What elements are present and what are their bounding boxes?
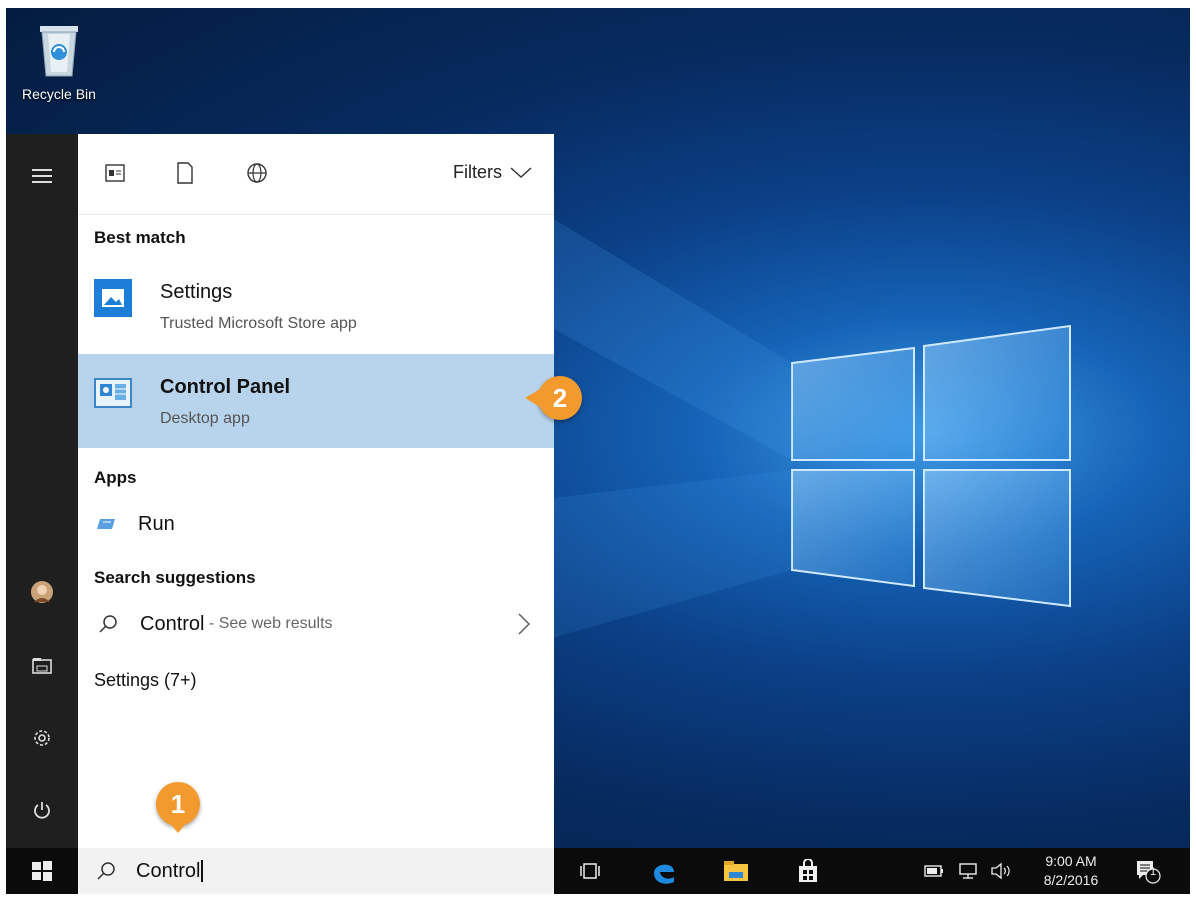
recycle-bin-icon <box>32 20 86 80</box>
result-subtitle: Trusted Microsoft Store app <box>160 315 357 332</box>
chevron-right-icon <box>518 613 530 635</box>
task-view-icon[interactable] <box>568 848 612 894</box>
web-filter-icon[interactable] <box>244 160 270 186</box>
windows-logo-wallpaper <box>552 218 1071 638</box>
action-center-icon[interactable]: 1 <box>1130 848 1166 894</box>
file-explorer-icon[interactable] <box>6 644 78 688</box>
recycle-bin-label: Recycle Bin <box>22 86 96 102</box>
callout-number: 1 <box>170 788 186 819</box>
recycle-bin-shortcut[interactable]: Recycle Bin <box>16 20 102 102</box>
best-match-heading: Best match <box>94 228 186 247</box>
taskbar: Control 9:00 AM 8/2/2016 1 <box>6 848 1190 894</box>
app-label: Run <box>138 512 175 535</box>
control-panel-icon <box>94 374 132 412</box>
app-run[interactable]: Run <box>78 506 554 542</box>
callout-number: 2 <box>552 382 568 413</box>
callout-step-2: 2 <box>525 376 582 420</box>
settings-group-heading[interactable]: Settings (7+) <box>94 670 197 691</box>
windows-start-icon[interactable] <box>6 848 78 894</box>
filters-dropdown[interactable]: Filters <box>453 162 532 183</box>
search-icon <box>99 615 117 633</box>
hamburger-menu-icon[interactable] <box>6 154 78 198</box>
filter-bar: Filters <box>78 134 554 215</box>
settings-gear-icon[interactable] <box>6 716 78 760</box>
suggestion-suffix: - See web results <box>204 615 333 632</box>
battery-icon[interactable] <box>920 848 948 894</box>
file-explorer-icon[interactable] <box>714 848 758 894</box>
volume-icon[interactable] <box>986 848 1016 894</box>
clock-date: 8/2/2016 <box>1043 872 1099 888</box>
edge-browser-icon[interactable] <box>642 848 686 894</box>
result-settings[interactable]: Settings Trusted Microsoft Store app <box>78 259 554 353</box>
store-icon[interactable] <box>786 848 830 894</box>
callout-pointer <box>525 389 540 407</box>
search-results-panel: Filters Best match Settings Trusted Micr… <box>78 134 554 848</box>
result-title: Control Panel <box>160 376 291 398</box>
filters-label: Filters <box>453 162 502 182</box>
notification-count: 1 <box>1150 866 1157 878</box>
start-left-rail <box>6 134 78 848</box>
settings-group-label: Settings (7+) <box>94 670 197 690</box>
search-suggestions-heading: Search suggestions <box>94 568 256 587</box>
search-icon <box>97 862 115 880</box>
callout-pointer <box>169 822 187 833</box>
settings-app-icon <box>94 279 132 317</box>
user-avatar[interactable] <box>6 570 78 614</box>
power-icon[interactable] <box>6 788 78 832</box>
text-cursor <box>201 860 204 882</box>
taskbar-search-box[interactable]: Control <box>78 848 554 894</box>
apps-filter-icon[interactable] <box>102 160 128 186</box>
search-input[interactable]: Control <box>136 860 200 883</box>
desktop-screen: Recycle Bin Filters Best match Settings … <box>6 8 1190 894</box>
run-icon <box>97 519 115 529</box>
result-subtitle: Desktop app <box>160 410 250 427</box>
apps-heading: Apps <box>94 468 137 487</box>
chevron-down-icon <box>510 166 532 178</box>
suggestion-term: Control <box>140 612 205 635</box>
documents-filter-icon[interactable] <box>172 160 198 186</box>
result-title: Settings <box>160 281 233 303</box>
network-icon[interactable] <box>954 848 982 894</box>
clock-time: 9:00 AM <box>1045 853 1097 869</box>
callout-step-1: 1 <box>156 782 200 833</box>
clock[interactable]: 9:00 AM 8/2/2016 <box>1028 848 1114 894</box>
web-suggestion[interactable]: Control - See web results <box>78 606 554 642</box>
result-control-panel[interactable]: Control Panel Desktop app <box>78 354 554 448</box>
